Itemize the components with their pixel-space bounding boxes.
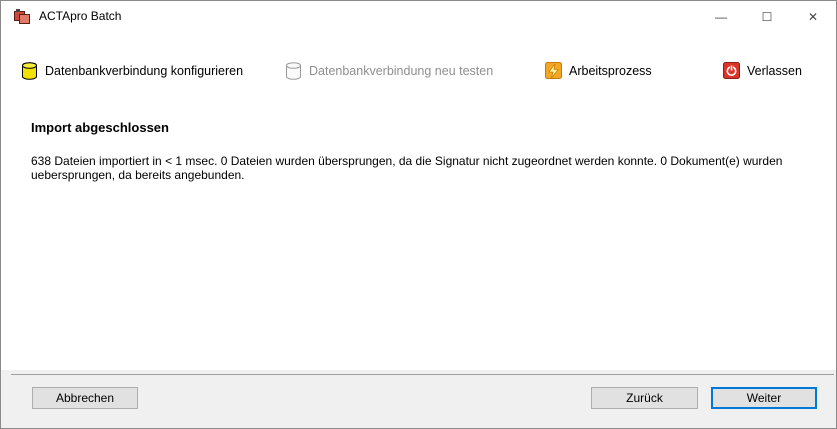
- window-title: ACTApro Batch: [39, 9, 122, 23]
- title-bar: ACTApro Batch — ☐ ✕: [1, 1, 836, 32]
- divider: [11, 374, 834, 375]
- lightning-icon: [545, 62, 562, 79]
- configure-database-label: Datenbankverbindung konfigurieren: [45, 64, 244, 78]
- minimize-button[interactable]: —: [698, 1, 744, 32]
- workflow-button[interactable]: Arbeitsprozess: [545, 60, 652, 82]
- close-button[interactable]: ✕: [790, 1, 836, 32]
- exit-label: Verlassen: [747, 64, 802, 78]
- cancel-button[interactable]: Abbrechen: [32, 387, 138, 409]
- retest-database-button[interactable]: Datenbankverbindung neu testen: [285, 60, 493, 82]
- configure-database-button[interactable]: Datenbankverbindung konfigurieren: [21, 60, 243, 82]
- maximize-icon: ☐: [761, 9, 773, 24]
- minimize-icon: —: [715, 9, 727, 24]
- toolbar: Datenbankverbindung konfigurieren Datenb…: [1, 32, 836, 112]
- database-icon: [286, 62, 301, 80]
- back-button[interactable]: Zurück: [591, 387, 698, 409]
- database-icon: [22, 62, 37, 80]
- app-icon: [14, 9, 30, 24]
- next-button[interactable]: Weiter: [711, 387, 817, 409]
- close-icon: ✕: [807, 9, 819, 24]
- power-icon: [723, 62, 740, 79]
- maximize-button[interactable]: ☐: [744, 1, 790, 32]
- retest-database-label: Datenbankverbindung neu testen: [309, 64, 494, 78]
- workflow-label: Arbeitsprozess: [569, 64, 652, 78]
- exit-button[interactable]: Verlassen: [723, 60, 802, 82]
- page-title: Import abgeschlossen: [31, 120, 169, 135]
- content-panel: Import abgeschlossen 638 Dateien importi…: [1, 112, 836, 370]
- status-message: 638 Dateien importiert in < 1 msec. 0 Da…: [31, 154, 783, 182]
- app-window: ACTApro Batch — ☐ ✕ Datenbankverbindung …: [0, 0, 837, 429]
